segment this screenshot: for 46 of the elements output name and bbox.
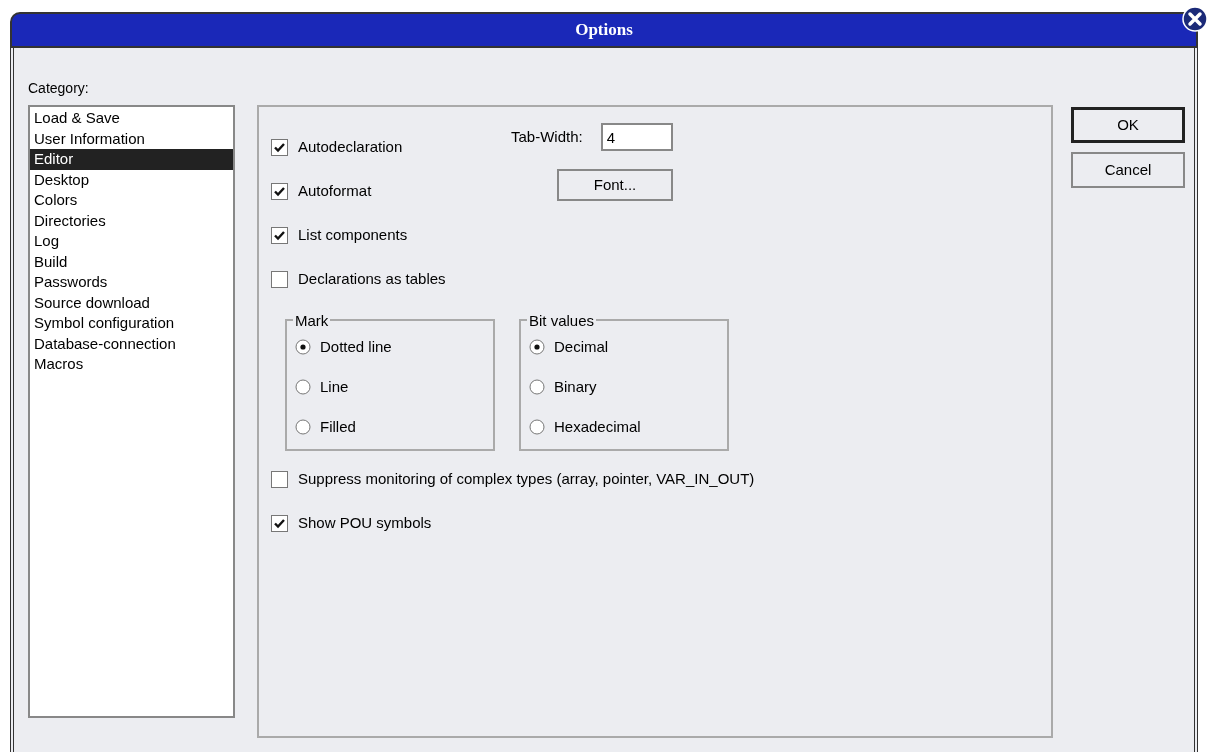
checkbox[interactable] <box>271 470 288 488</box>
category-label: Category: <box>28 79 90 98</box>
tab-width-field[interactable]: 4 <box>600 123 673 151</box>
category-item[interactable]: Log <box>30 231 233 252</box>
radio-button[interactable] <box>295 419 311 435</box>
radio-label: Hexadecimal <box>554 416 641 437</box>
checkbox[interactable] <box>271 182 288 200</box>
checkbox-label: Declarations as tables <box>298 268 446 289</box>
checkbox[interactable] <box>271 138 288 156</box>
category-item[interactable]: Colors <box>30 190 233 211</box>
checkbox-label: Show POU symbols <box>298 512 432 533</box>
window-title: Options <box>574 19 634 42</box>
category-item[interactable]: Macros <box>30 354 233 375</box>
checkbox[interactable] <box>271 226 288 244</box>
radio-label: Line <box>320 376 349 397</box>
category-item[interactable]: Database-connection <box>30 333 233 354</box>
radio-label: Binary <box>554 376 597 397</box>
dialog-button[interactable]: OK <box>1071 107 1185 143</box>
category-item[interactable]: Directories <box>30 210 233 231</box>
radio-button[interactable] <box>529 419 545 435</box>
radio-button[interactable] <box>295 339 311 355</box>
radio-button[interactable] <box>529 379 545 395</box>
checkbox-label: Autodeclaration <box>298 136 403 157</box>
radio-label: Decimal <box>554 336 609 357</box>
category-item[interactable]: Source download <box>30 292 233 313</box>
category-item[interactable]: User Information <box>30 128 233 149</box>
category-item[interactable]: Symbol configuration <box>30 313 233 334</box>
category-item[interactable]: Editor <box>30 149 233 170</box>
category-list[interactable]: Load & Save User Information Editor Desktop Colors Directories Log Build Passwords Source download Symbol configuration Database-connection Macros <box>28 105 235 718</box>
category-item[interactable]: Load & Save <box>30 108 233 129</box>
category-item[interactable]: Desktop <box>30 169 233 190</box>
font-button[interactable]: Font... <box>557 169 673 201</box>
checkbox[interactable] <box>271 514 288 532</box>
checkbox-label: List components <box>298 224 408 245</box>
radio-button[interactable] <box>529 339 545 355</box>
category-item[interactable]: Passwords <box>30 272 233 293</box>
radio-button[interactable] <box>295 379 311 395</box>
checkbox-label: Autoformat <box>298 180 372 201</box>
radio-label: Filled <box>320 416 356 437</box>
checkbox-label: Suppress monitoring of complex types (array, pointer, VAR_IN_OUT) <box>298 468 755 489</box>
tab-width-label: Tab-Width: <box>511 126 583 147</box>
radio-label: Dotted line <box>320 336 392 357</box>
checkbox[interactable] <box>271 270 288 288</box>
close-icon[interactable] <box>1182 6 1208 32</box>
dialog-button[interactable]: Cancel <box>1071 152 1185 188</box>
category-item[interactable]: Build <box>30 251 233 272</box>
